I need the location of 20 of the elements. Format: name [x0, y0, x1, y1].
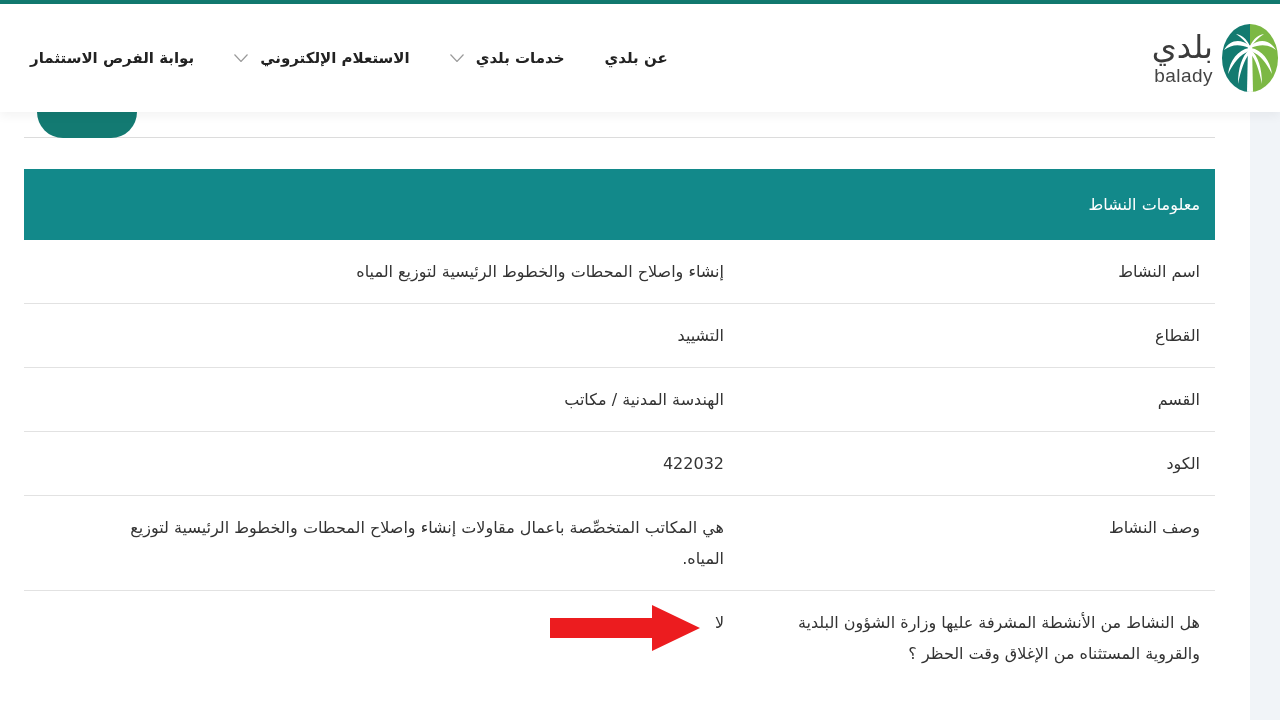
field-value: هي المكاتب المتخصِّصة باعمال مقاولات إنشاء واصلاح المحطات والخطوط الرئيسية لتوزيع المياه.: [129, 517, 724, 570]
nav-link[interactable]: عن بلدي: [604, 46, 668, 70]
field-value: التشييد: [677, 325, 724, 347]
field-value: إنشاء واصلاح المحطات والخطوط الرئيسية لتوزيع المياه: [356, 261, 724, 284]
brand-name-latin: balady: [1154, 65, 1213, 87]
field-label: وصف النشاط: [1107, 517, 1200, 540]
section-title: معلومات النشاط: [1088, 193, 1200, 217]
field-label: اسم النشاط: [1117, 261, 1200, 283]
nav-link[interactable]: الاستعلام الإلكتروني: [234, 46, 410, 70]
field-label: القسم: [1156, 389, 1200, 411]
field-label: هل النشاط من الأنشطة المشرفة عليها وزارة الشؤون البلدية والقروية المستثناه من الإغلاق وقت الحظر ؟: [796, 611, 1200, 666]
field-label: الكود: [1165, 453, 1200, 476]
nav-link[interactable]: بوابة الفرص الاستثمار: [30, 46, 195, 70]
partial-button[interactable]: [37, 112, 137, 138]
brand-name-arabic: بلدي: [1151, 29, 1213, 65]
nav-link[interactable]: خدمات بلدي: [449, 46, 565, 70]
field-value: 422032: [662, 453, 724, 475]
field-value: لا: [714, 612, 724, 634]
field-label: القطاع: [1154, 325, 1200, 348]
field-value: الهندسة المدنية / مكاتب: [564, 389, 724, 412]
